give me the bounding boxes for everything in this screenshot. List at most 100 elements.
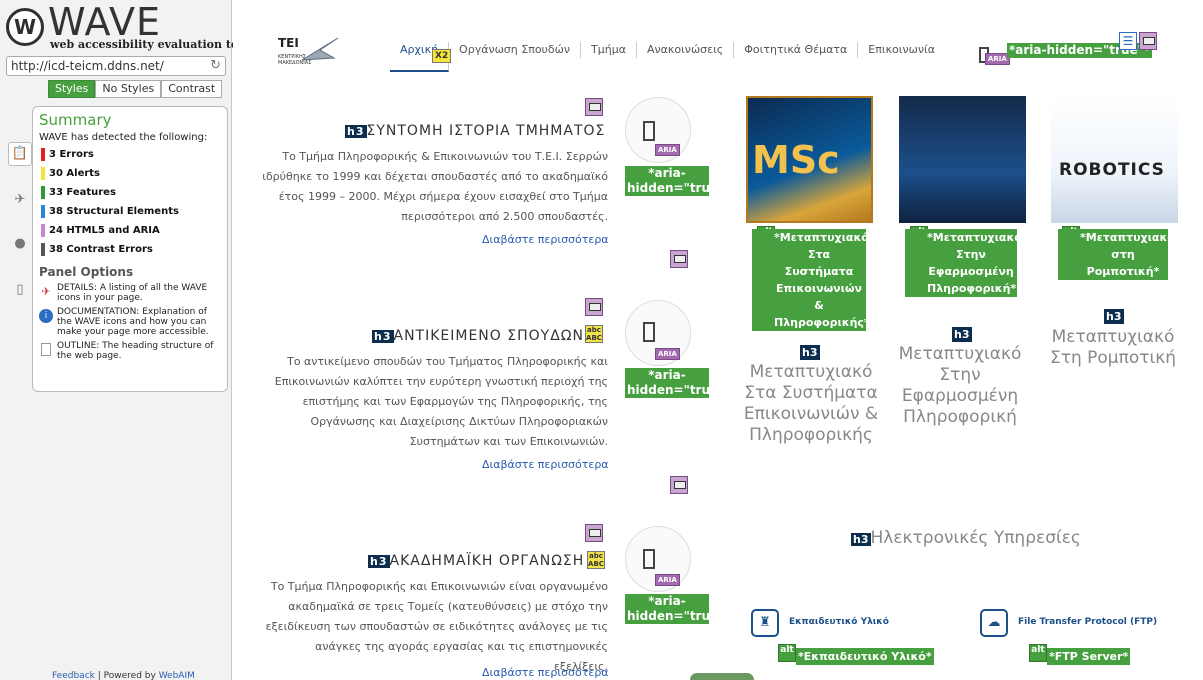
outline-option[interactable]: OUTLINE: The heading structure of the we… bbox=[39, 341, 221, 361]
navigation-region-icon[interactable] bbox=[1139, 32, 1157, 50]
education-icon[interactable]: ♜ bbox=[751, 609, 779, 637]
region-icon-4[interactable] bbox=[670, 476, 688, 494]
service-ftp[interactable]: File Transfer Protocol (FTP) bbox=[1018, 617, 1157, 627]
refresh-icon[interactable]: ↻ bbox=[210, 57, 221, 75]
clipboard-icon[interactable]: 📋 bbox=[8, 142, 32, 166]
nav-student-issues[interactable]: Φοιτητικά Θέματα bbox=[734, 42, 859, 58]
tei-logo[interactable]: TEI ΚΕΝΤΡΙΚΗΣ ΜΑΚΕΔΟΝΙΑΣ bbox=[278, 36, 340, 72]
outline-icon[interactable]: ▯ bbox=[12, 282, 28, 298]
program-alt-3: *Μεταπτυχιακό στη Ρομποτική* bbox=[1058, 229, 1175, 280]
outline-icon bbox=[41, 343, 51, 356]
summary-row[interactable]: 33 Features bbox=[39, 183, 221, 202]
section-heading-2: h3 ΑΝΤΙΚΕΙΜΕΝΟ ΣΠΟΥΔΩΝ bbox=[372, 328, 584, 344]
section-text-1: Το Τμήμα Πληροφορικής & Επικοινωνιών του… bbox=[262, 150, 608, 223]
msc-robotics-poster[interactable]: ROBOTICS bbox=[1051, 96, 1178, 223]
services-title: Ηλεκτρονικές Υπηρεσίες bbox=[870, 528, 1081, 548]
nav-department[interactable]: Τμήμα bbox=[581, 42, 637, 58]
summary-color-bar bbox=[41, 243, 45, 256]
aria-icon[interactable]: ARIA bbox=[655, 144, 680, 156]
aria-icon[interactable]: ARIA bbox=[655, 348, 680, 360]
wave-tagline: web accessibility evaluation tool bbox=[50, 38, 250, 51]
tag-icon: ✈ bbox=[41, 285, 51, 298]
summary-color-bar bbox=[41, 167, 45, 180]
summary-row[interactable]: 3 Errors bbox=[39, 145, 221, 164]
url-input[interactable]: http://icd-teicm.ddns.net/ ↻ bbox=[6, 56, 226, 76]
poster-text: MSc bbox=[752, 138, 840, 182]
tab-contrast[interactable]: Contrast bbox=[161, 80, 223, 98]
nav-studies[interactable]: Οργάνωση Σπουδών bbox=[449, 42, 581, 58]
documentation-text: DOCUMENTATION: Explanation of the WAVE i… bbox=[57, 307, 209, 337]
details-option[interactable]: ✈ DETAILS: A listing of all the WAVE icon… bbox=[39, 283, 221, 303]
msc-communication-poster[interactable]: MSc bbox=[746, 96, 873, 223]
summary-row-label: 3 Errors bbox=[49, 149, 94, 160]
program-title-1: Μεταπτυχιακό Στα Συστήματα Επικοινωνιών … bbox=[743, 362, 879, 445]
region-icon-3[interactable] bbox=[585, 298, 603, 316]
tab-styles[interactable]: Styles bbox=[48, 80, 96, 98]
h3-icon[interactable]: h3 bbox=[952, 327, 972, 342]
program-alt-2: *Μεταπτυχιακό Στην Εφαρμοσμένη Πληροφορι… bbox=[905, 229, 1022, 297]
tab-no-styles[interactable]: No Styles bbox=[95, 80, 162, 98]
summary-row[interactable]: 30 Alerts bbox=[39, 164, 221, 183]
h3-icon[interactable]: h3 bbox=[1104, 309, 1124, 324]
summary-color-bar bbox=[41, 186, 45, 199]
aria-icon[interactable]: ARIA bbox=[655, 574, 680, 586]
summary-row[interactable]: 38 Contrast Errors bbox=[39, 240, 221, 259]
aria-hidden-label: *aria-hidden="true"* bbox=[625, 594, 731, 624]
summary-row[interactable]: 38 Structural Elements bbox=[39, 202, 221, 221]
alt-icon[interactable]: alt bbox=[1029, 644, 1047, 662]
read-more-link-1[interactable]: Διαβάστε περισσότερα bbox=[482, 233, 609, 246]
alt-icon[interactable]: alt bbox=[778, 644, 796, 662]
msc-applied-informatics-poster[interactable] bbox=[899, 96, 1026, 223]
summary-row-label: 38 Contrast Errors bbox=[49, 244, 153, 255]
region-icon-1[interactable] bbox=[585, 98, 603, 116]
read-more-link-2[interactable]: Διαβάστε περισσότερα bbox=[482, 458, 609, 471]
summary-color-bar bbox=[41, 205, 45, 218]
star-logo-icon bbox=[301, 37, 339, 61]
summary-row[interactable]: 24 HTML5 and ARIA bbox=[39, 221, 221, 240]
h3-icon[interactable]: h3 bbox=[372, 330, 394, 343]
h3-icon[interactable]: h3 bbox=[345, 125, 367, 138]
list-icon[interactable]: ☰ bbox=[1119, 32, 1137, 50]
info-icon: i bbox=[39, 309, 53, 323]
empty-glyph-icon bbox=[643, 121, 655, 141]
h3-icon[interactable]: h3 bbox=[800, 345, 820, 360]
redundant-link-icon[interactable]: X2 bbox=[432, 49, 452, 63]
summary-title: Summary bbox=[39, 111, 112, 129]
feedback-footer: Feedback | Powered by WebAIM bbox=[52, 671, 195, 680]
region-icon-5[interactable] bbox=[585, 524, 603, 542]
wave-logo-icon: W bbox=[6, 8, 44, 46]
summary-detected: WAVE has detected the following: bbox=[39, 132, 208, 143]
summary-color-bar bbox=[41, 224, 45, 237]
h3-icon[interactable]: h3 bbox=[368, 555, 390, 568]
empty-glyph-icon bbox=[643, 322, 655, 342]
summary-row-label: 24 HTML5 and ARIA bbox=[49, 225, 160, 236]
wave-screen: { "sidebar": { "logo_text": "WAVE", "tag… bbox=[0, 0, 1203, 680]
tag-icon[interactable]: ✈ bbox=[12, 192, 28, 208]
panel-options-title: Panel Options bbox=[39, 265, 134, 279]
scroll-indicator[interactable] bbox=[690, 673, 754, 680]
documentation-option[interactable]: i DOCUMENTATION: Explanation of the WAVE … bbox=[39, 307, 221, 337]
abc-icon[interactable]: abc ABC bbox=[587, 551, 605, 569]
aria-hidden-label: *aria-hidden="true"* bbox=[625, 166, 731, 196]
section-title-2: ΑΝΤΙΚΕΙΜΕΝΟ ΣΠΟΥΔΩΝ bbox=[393, 328, 584, 344]
summary-color-bar bbox=[41, 148, 45, 161]
webaim-link[interactable]: WebAIM bbox=[159, 671, 195, 680]
region-icon-2[interactable] bbox=[670, 250, 688, 268]
feedback-link[interactable]: Feedback bbox=[52, 671, 95, 680]
poster-text: ROBOTICS bbox=[1059, 160, 1165, 180]
nav-announcements[interactable]: Ανακοινώσεις bbox=[637, 42, 735, 58]
abc-icon[interactable]: abc ABC bbox=[585, 325, 603, 343]
program-alt-1: *Μεταπτυχιακό Στα Συστήματα Επικοινωνιών… bbox=[752, 229, 870, 331]
aria-hidden-label: *aria-hidden="true"* bbox=[625, 368, 731, 398]
h3-icon[interactable]: h3 bbox=[851, 533, 871, 546]
summary-row-label: 38 Structural Elements bbox=[49, 206, 179, 217]
read-more-link-3[interactable]: Διαβάστε περισσότερα bbox=[482, 666, 609, 679]
cloud-icon[interactable]: ☁ bbox=[980, 609, 1008, 637]
section-title-3: ΑΚΑΔΗΜΑΪΚΗ ΟΡΓΑΝΩΣΗ bbox=[389, 553, 585, 569]
program-title-3: Μεταπτυχιακό Στη Ρομποτική bbox=[1049, 327, 1177, 368]
service-education[interactable]: Εκπαιδευτικό Υλικό bbox=[789, 617, 889, 627]
info-icon[interactable]: ● bbox=[12, 236, 28, 252]
nav-contact[interactable]: Επικοινωνία bbox=[858, 42, 945, 58]
url-text: http://icd-teicm.ddns.net/ bbox=[11, 59, 164, 73]
powered-text: Powered by bbox=[103, 671, 156, 680]
